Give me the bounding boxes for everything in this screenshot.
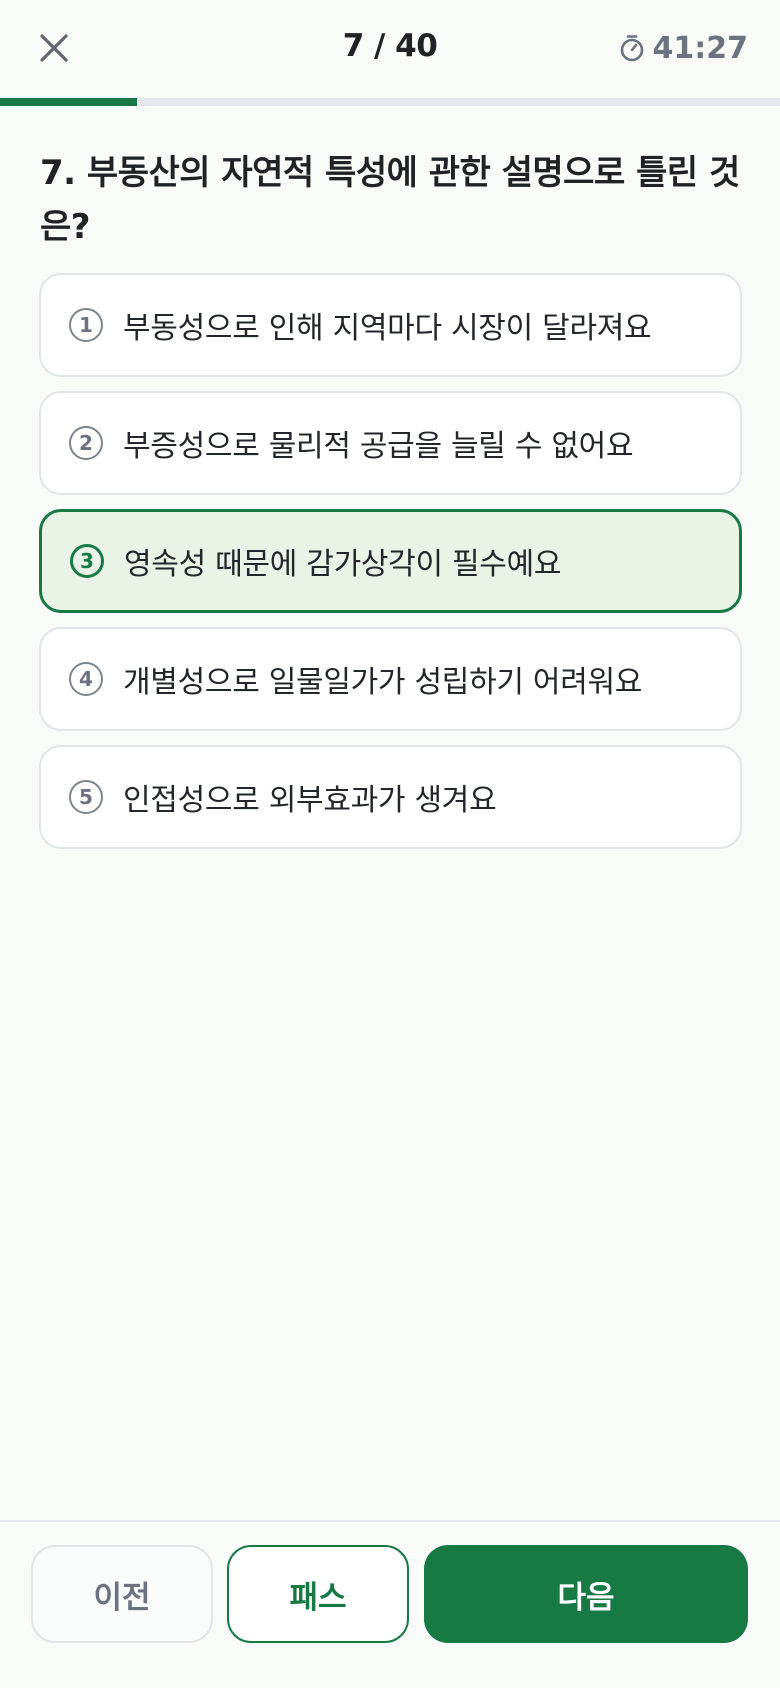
option-label: 인접성으로 외부효과가 생겨요 xyxy=(123,783,497,818)
option-number-badge: 5 xyxy=(69,780,103,814)
option-number-badge: 3 xyxy=(70,544,104,578)
bottom-action-bar: 이전 패스 다음 xyxy=(0,1520,780,1688)
answer-option-2[interactable]: 2 부증성으로 물리적 공급을 늘릴 수 없어요 xyxy=(39,391,742,495)
question-text: 7. 부동산의 자연적 특성에 관한 설명으로 틀린 것은? xyxy=(40,153,740,247)
option-label: 부증성으로 물리적 공급을 늘릴 수 없어요 xyxy=(123,429,634,464)
option-number-badge: 1 xyxy=(69,308,103,342)
answer-options: 1 부동성으로 인해 지역마다 시장이 달라져요 2 부증성으로 물리적 공급을… xyxy=(39,273,742,863)
stopwatch-icon xyxy=(620,35,643,62)
answer-option-4[interactable]: 4 개별성으로 일물일가가 성립하기 어려워요 xyxy=(39,627,742,731)
option-label: 개별성으로 일물일가가 성립하기 어려워요 xyxy=(123,665,643,700)
pass-button[interactable]: 패스 xyxy=(227,1545,409,1643)
option-number-badge: 4 xyxy=(69,662,103,696)
answer-option-5[interactable]: 5 인접성으로 외부효과가 생겨요 xyxy=(39,745,742,849)
option-label: 영속성 때문에 감가상각이 필수예요 xyxy=(124,547,562,582)
header: 7 / 40 41:27 xyxy=(0,0,780,106)
quiz-screen: 7 / 40 41:27 7. 부동산의 자연적 특성에 관한 설명으로 틀린 … xyxy=(0,0,780,1688)
timer: 41:27 xyxy=(619,28,749,68)
option-label: 부동성으로 인해 지역마다 시장이 달라져요 xyxy=(123,311,652,346)
progress-bar xyxy=(0,98,780,106)
answer-option-3[interactable]: 3 영속성 때문에 감가상각이 필수예요 xyxy=(39,509,742,613)
previous-button[interactable]: 이전 xyxy=(31,1545,213,1643)
progress-bar-fill xyxy=(0,98,137,106)
answer-option-1[interactable]: 1 부동성으로 인해 지역마다 시장이 달라져요 xyxy=(39,273,742,377)
timer-text: 41:27 xyxy=(652,30,749,66)
next-button[interactable]: 다음 xyxy=(424,1545,748,1643)
option-number-badge: 2 xyxy=(69,426,103,460)
